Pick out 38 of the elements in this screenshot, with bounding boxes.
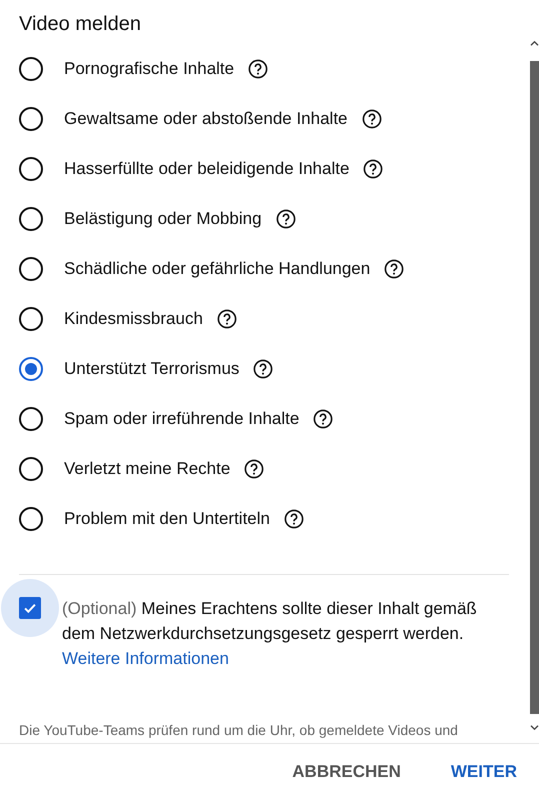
help-icon[interactable] [216,309,237,329]
next-button[interactable]: WEITER [442,754,525,790]
help-icon[interactable] [276,209,296,229]
option-label: Problem mit den Untertiteln [64,509,270,529]
scroll-down-icon[interactable] [530,724,539,731]
help-icon[interactable] [362,109,382,129]
option-label: Hasserfüllte oder beleidigende Inhalte [64,159,350,179]
option-label: Pornografische Inhalte [64,59,234,79]
radio-button[interactable] [19,357,43,381]
help-icon[interactable] [363,159,384,179]
help-icon[interactable] [253,359,274,379]
footnote-text: Die YouTube-Teams prüfen rund um die Uhr, ob gemeldete Videos und [19,721,459,739]
help-icon[interactable] [384,259,404,279]
option-label: Unterstützt Terrorismus [64,359,240,379]
more-info-link[interactable]: Weitere Informationen [62,646,229,671]
option-label: Spam oder irreführende Inhalte [64,409,300,429]
help-icon[interactable] [248,59,268,79]
option-label: Kindesmissbrauch [64,309,203,329]
radio-button[interactable] [19,307,43,331]
help-icon[interactable] [244,459,264,479]
radio-button[interactable] [19,207,43,231]
radio-button[interactable] [19,107,43,131]
option-label: Gewaltsame oder abstoßende Inhalte [64,109,348,129]
help-icon[interactable] [313,409,334,429]
cancel-button[interactable]: ABBRECHEN [284,754,409,790]
radio-button[interactable] [19,507,43,531]
radio-button[interactable] [19,257,43,281]
option-label: Verletzt meine Rechte [64,459,230,479]
consent-text: (Optional) Meines Erachtens sollte dieser Inhalt gemäß dem Netzwerkdurchsetzungsgesetz gesperrt werden. [62,598,478,645]
option-label: Belästigung oder Mobbing [64,209,262,229]
help-icon[interactable] [284,509,304,529]
radio-button[interactable] [19,407,43,431]
radio-button[interactable] [19,157,43,181]
radio-button[interactable] [19,457,43,481]
option-label: Schädliche oder gefährliche Handlungen [64,259,370,279]
dialog-title: Video melden [19,12,142,36]
scroll-up-icon[interactable] [530,40,539,47]
radio-button[interactable] [19,57,43,81]
